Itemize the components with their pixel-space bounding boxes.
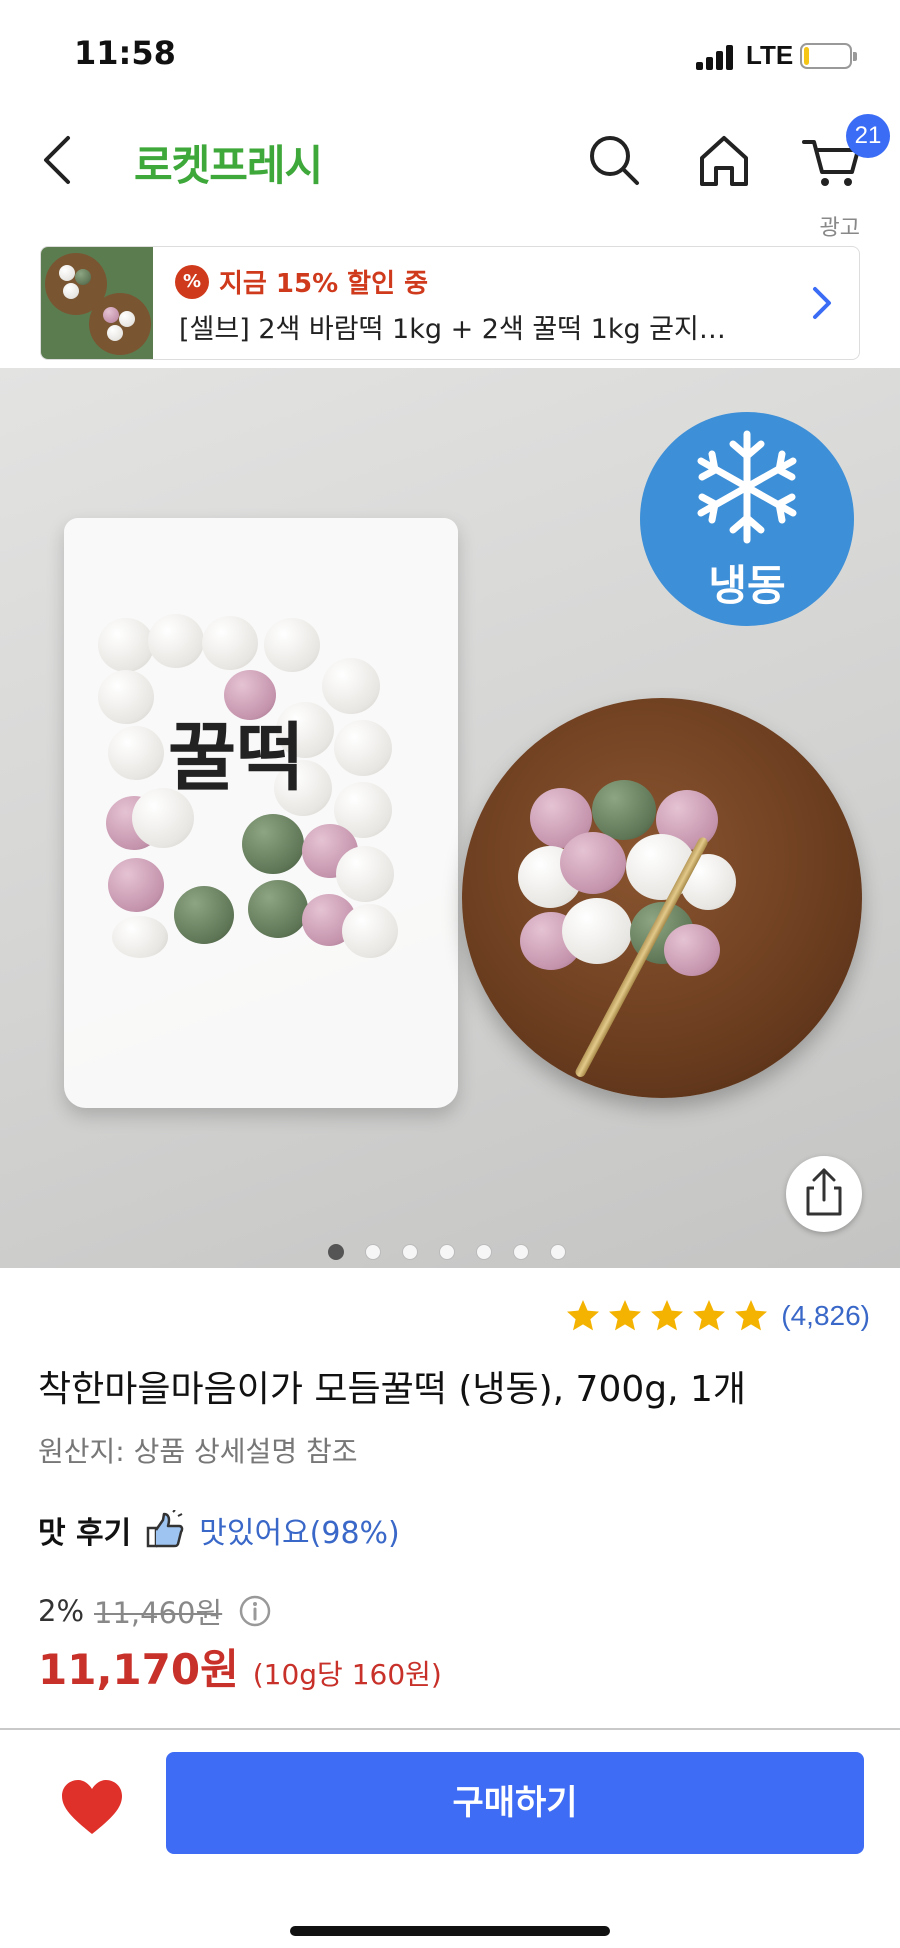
cart-count-badge[interactable]: 21 bbox=[846, 114, 890, 158]
home-icon bbox=[700, 136, 748, 186]
carousel-dot[interactable] bbox=[550, 1244, 566, 1260]
price-row: 11,170원 (10g당 160원) bbox=[38, 1636, 442, 1697]
home-button[interactable] bbox=[692, 128, 756, 192]
taste-review[interactable]: 맛 후기 맛있어요(98%) bbox=[38, 1508, 400, 1552]
product-title: 착한마을마음이가 모듬꿀떡 (냉동), 700g, 1개 bbox=[38, 1369, 747, 1410]
carousel-dot[interactable] bbox=[513, 1244, 529, 1260]
share-icon bbox=[806, 1168, 842, 1216]
home-indicator bbox=[290, 1926, 610, 1936]
sale-price: 11,170원 bbox=[38, 1645, 239, 1694]
status-time: 11:58 bbox=[74, 34, 176, 72]
ad-discount-text: 지금 15% 할인 중 bbox=[219, 269, 428, 299]
bottom-action-bar: 구매하기 bbox=[0, 1728, 900, 1948]
chevron-left-icon bbox=[44, 136, 70, 184]
star-icon bbox=[567, 1300, 600, 1331]
taste-review-value[interactable]: 맛있어요(98%) bbox=[199, 1508, 400, 1552]
percent-icon: % bbox=[175, 264, 209, 299]
discount-row: 2% 11,460원 bbox=[38, 1590, 272, 1632]
battery-icon bbox=[800, 43, 857, 69]
carousel-dot[interactable] bbox=[365, 1244, 381, 1260]
app-header: 로켓프레시 21 bbox=[0, 110, 900, 210]
product-origin: 원산지: 상품 상세설명 참조 bbox=[38, 1435, 358, 1468]
carousel-pagination bbox=[328, 1244, 566, 1260]
share-button[interactable] bbox=[786, 1156, 862, 1232]
rice-cake bbox=[562, 898, 632, 964]
carousel-dot[interactable] bbox=[328, 1244, 344, 1260]
search-button[interactable] bbox=[582, 128, 646, 192]
signal-icon bbox=[696, 44, 734, 70]
taste-review-label: 맛 후기 bbox=[38, 1516, 132, 1551]
unit-price: (10g당 160원) bbox=[252, 1658, 442, 1691]
star-icon bbox=[693, 1300, 726, 1331]
rice-cake bbox=[560, 832, 626, 894]
page-title: 로켓프레시 bbox=[134, 141, 323, 190]
star-icon bbox=[651, 1300, 684, 1331]
back-button[interactable] bbox=[30, 130, 90, 190]
rice-cake bbox=[664, 924, 720, 976]
wishlist-button[interactable] bbox=[60, 1778, 124, 1838]
rice-cake bbox=[592, 780, 656, 840]
rating[interactable]: (4,826) bbox=[565, 1298, 870, 1334]
network-type: LTE bbox=[746, 40, 794, 70]
star-icon bbox=[735, 1300, 768, 1331]
ad-discount: % 지금 15% 할인 중 bbox=[175, 263, 428, 300]
buy-button[interactable]: 구매하기 bbox=[166, 1752, 864, 1854]
carousel-dot[interactable] bbox=[476, 1244, 492, 1260]
ad-label: 광고 bbox=[819, 216, 860, 241]
chevron-right-icon bbox=[813, 287, 831, 319]
discount-rate: 2% bbox=[38, 1594, 85, 1628]
ad-thumbnail bbox=[41, 247, 153, 359]
carousel-dot[interactable] bbox=[402, 1244, 418, 1260]
star-icon bbox=[609, 1300, 642, 1331]
thumbs-up-icon bbox=[147, 1510, 184, 1548]
heart-icon bbox=[62, 1780, 122, 1834]
product-image-carousel[interactable]: 꿀떡 냉동 bbox=[0, 368, 900, 1268]
ad-title: [셀브] 2색 바람떡 1kg + 2색 꿀떡 1kg 굳지… bbox=[179, 314, 726, 345]
ad-banner[interactable]: % 지금 15% 할인 중 [셀브] 2색 바람떡 1kg + 2색 꿀떡 1k… bbox=[40, 246, 860, 360]
frozen-badge: 냉동 bbox=[640, 412, 854, 626]
frozen-badge-text: 냉동 bbox=[708, 561, 786, 610]
status-bar: 11:58 LTE bbox=[0, 0, 900, 110]
rating-stars bbox=[565, 1298, 769, 1334]
original-price: 11,460원 bbox=[94, 1596, 223, 1630]
search-icon bbox=[590, 136, 639, 185]
info-icon[interactable] bbox=[238, 1594, 272, 1628]
package-label: 꿀떡 bbox=[168, 715, 305, 801]
battery-fill bbox=[804, 47, 809, 65]
carousel-dot[interactable] bbox=[439, 1244, 455, 1260]
review-count[interactable]: (4,826) bbox=[781, 1300, 870, 1332]
